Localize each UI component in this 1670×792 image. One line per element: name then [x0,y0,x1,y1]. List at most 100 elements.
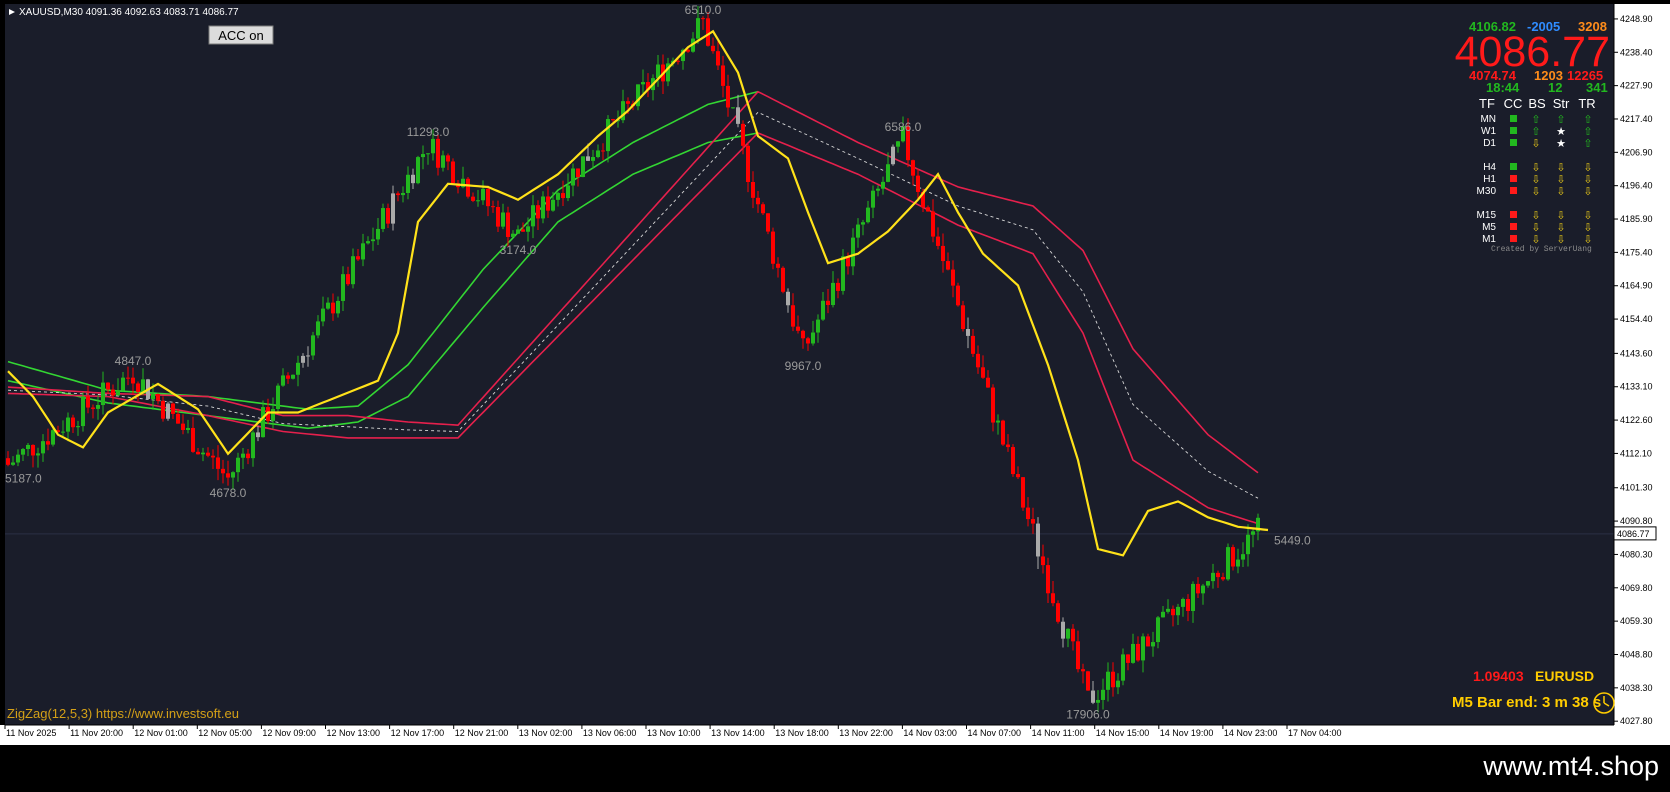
candle-body [626,101,630,104]
chart-window: 5187.0 4847.0 4678.0 11293.0 3174.0 6510.0 996… [0,0,1670,787]
candle-body [1051,593,1055,604]
signal-table-header: TR [1578,96,1595,111]
candle-body [521,229,525,232]
signal-cc-square [1510,175,1517,182]
signal-tr-icon: ⇧ [1583,138,1592,150]
signal-bs-icon: ⇩ [1531,186,1540,198]
candle-body [786,291,790,306]
candle-body [1126,654,1130,663]
price-chart: 5187.0 4847.0 4678.0 11293.0 3174.0 6510.0 996… [0,0,1670,787]
candle-body [401,192,405,196]
zigzag-label: 4678.0 [210,486,247,500]
candle-body [571,168,575,186]
x-tick-label: 11 Nov 2025 [6,728,56,738]
candle-body [851,237,855,267]
candle-body [276,385,280,410]
acc-button-label[interactable]: ACC on [218,28,264,43]
candle-body [991,387,995,423]
candle-body [576,168,580,178]
y-tick-label: 4227.90 [1620,81,1653,91]
acc-toggle-button[interactable]: ACC on [208,25,274,45]
candle-body [716,51,720,66]
candle-body [1246,534,1250,555]
candle-body [441,155,445,168]
candle-body [1006,444,1010,448]
candle-body [501,212,505,227]
candle-body [736,107,740,124]
symbol-ohlc-text: XAUUSD,M30 4091.36 4092.63 4083.71 4086.… [19,7,239,18]
candle-body [486,188,490,207]
info-count-value: 341 [1586,80,1608,95]
candle-body [6,458,10,465]
y-tick-label: 4080.30 [1620,549,1653,559]
signal-table-header: BS [1528,96,1546,111]
candle-body [1111,671,1115,688]
candle-body [821,300,825,320]
x-tick-label: 14 Nov 23:00 [1224,728,1278,738]
candle-body [386,208,390,224]
signal-bs-icon: ⇩ [1531,210,1540,222]
zigzag-indicator-label: ZigZag(12,5,3) https://www.investsoft.eu [7,706,239,721]
candle-body [101,382,105,406]
candle-body [1021,477,1025,508]
y-tick-label: 4101.30 [1620,483,1653,493]
candle-body [1076,641,1080,670]
watermark: www.mt4.shop [1482,751,1659,781]
signal-bs-icon: ⇩ [1531,222,1540,234]
candle-body [381,208,385,229]
signal-table-header: Str [1553,96,1570,111]
signal-tr-icon: ⇧ [1583,114,1592,126]
zigzag-label: 6510.0 [685,3,722,17]
candle-body [416,157,420,184]
candle-body [601,150,605,152]
signal-tf-label: M1 [1482,234,1496,245]
y-tick-label: 4206.90 [1620,147,1653,157]
candle-body [391,193,395,224]
candle-body [1106,671,1110,690]
x-tick-label: 17 Nov 04:00 [1288,728,1342,738]
y-tick-label: 4090.80 [1620,516,1653,526]
candle-body [861,222,865,225]
candle-body [831,282,835,306]
y-tick-label: 4217.40 [1620,114,1653,124]
zigzag-label: 4847.0 [115,354,152,368]
candle-body [306,355,310,357]
candle-body [436,138,440,168]
zigzag-label: 11293.0 [407,125,450,139]
candle-body [1061,621,1065,639]
candle-body [1181,598,1185,607]
candle-body [891,146,895,165]
x-tick-label: 14 Nov 07:00 [968,728,1022,738]
candle-body [191,427,195,452]
candle-body [996,420,1000,423]
candle-body [446,155,450,162]
signal-str-icon: ⇩ [1556,186,1565,198]
candle-body [746,145,750,182]
bar-end-timer: M5 Bar end: 3 m 38 s [1452,694,1601,711]
candle-body [976,353,980,368]
x-tick-label: 13 Nov 10:00 [647,728,701,738]
signal-cc-square [1510,187,1517,194]
signal-str-icon: ⇩ [1556,222,1565,234]
candle-body [31,444,35,456]
candle-body [201,452,205,455]
candle-body [211,455,215,458]
candle-body [76,426,80,428]
candle-body [206,452,210,456]
candle-body [1161,611,1165,618]
zigzag-label: 9967.0 [785,359,822,373]
candle-body [1101,689,1105,700]
x-tick-label: 12 Nov 05:00 [198,728,252,738]
candle-body [51,430,55,445]
candle-body [26,444,30,450]
candle-body [336,300,340,314]
candle-body [406,174,410,193]
candle-body [756,197,760,205]
y-tick-label: 4059.30 [1620,616,1653,626]
candle-body [471,196,475,201]
candle-body [1231,547,1235,567]
candle-body [1091,690,1095,703]
candle-body [41,441,45,454]
candle-body [351,256,355,285]
candle-body [531,205,535,227]
